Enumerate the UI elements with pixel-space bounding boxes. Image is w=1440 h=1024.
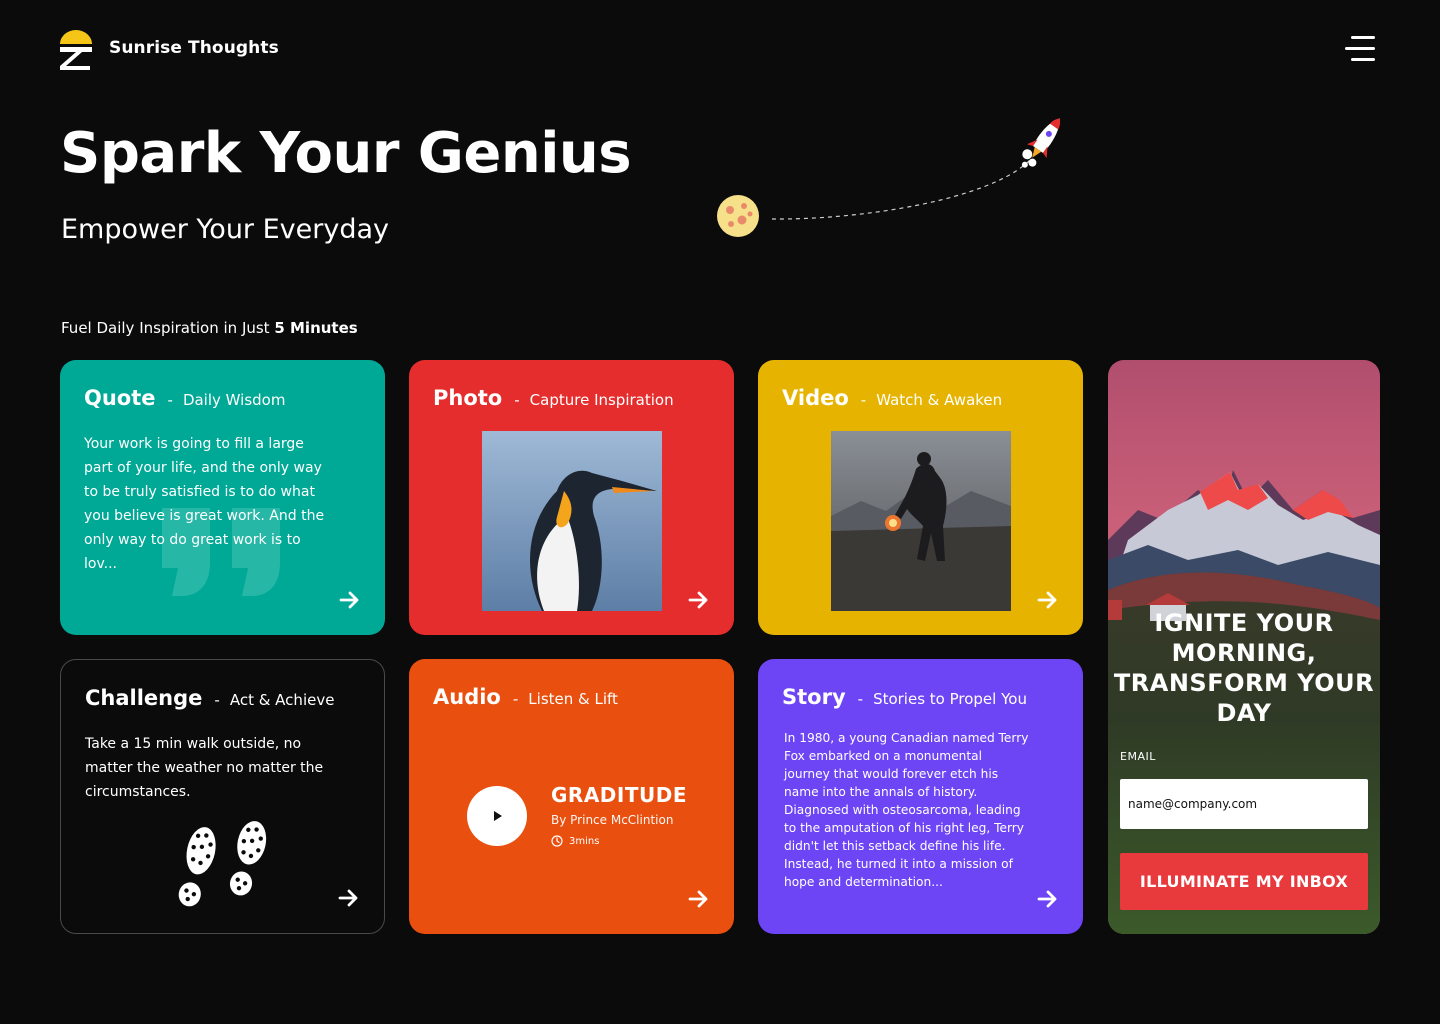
penguin-photo[interactable] [482,431,662,611]
quote-text: Your work is going to fill a large part … [84,436,325,572]
card-title: Video [782,386,849,410]
card-title: Challenge [85,686,203,710]
moon-icon [717,195,759,237]
card-header: Video - Watch & Awaken [782,386,1002,410]
arrow-right-icon[interactable] [1037,591,1059,609]
arrow-right-icon[interactable] [339,591,361,609]
rocket-icon [1021,118,1061,168]
footprints-icon [178,821,267,907]
card-title: Story [782,685,846,709]
quote-card[interactable]: Quote - Daily Wisdom Your work is going … [60,360,385,635]
challenge-text: Take a 15 min walk outside, no matter th… [85,736,324,800]
card-header: Story - Stories to Propel You [782,685,1027,709]
illuminate-inbox-button[interactable]: ILLUMINATE MY INBOX [1120,853,1368,910]
hero-subtitle: Empower Your Everyday [61,214,390,245]
email-field[interactable] [1120,779,1368,829]
card-separator: - [514,391,520,409]
card-title: Photo [433,386,503,410]
audio-duration: 3mins [551,835,599,847]
card-separator: - [214,691,220,709]
arrow-right-icon[interactable] [688,890,710,908]
card-separator: - [860,391,867,409]
audio-author: By Prince McClintion [551,813,674,827]
hero-title: Spark Your Genius [60,121,632,186]
hamburger-menu-icon[interactable] [1345,34,1375,64]
signup-title: IGNITE YOUR MORNING, TRANSFORM YOUR DAY [1113,609,1375,727]
card-subtitle: Listen & Lift [528,690,618,708]
card-subtitle: Watch & Awaken [876,391,1003,409]
card-header: Photo - Capture Inspiration [433,386,674,410]
intro-text: Fuel Daily Inspiration in Just 5 Minutes [61,318,358,338]
site-header: Sunrise Thoughts [60,30,1380,70]
card-title: Audio [433,685,501,709]
card-header: Challenge - Act & Achieve [85,686,334,710]
arrow-right-icon[interactable] [1037,890,1059,908]
card-title: Quote [84,386,156,410]
play-button[interactable] [467,786,527,846]
challenge-card[interactable]: Challenge - Act & Achieve Take a 15 min … [60,659,385,934]
video-thumbnail[interactable] [831,431,1011,611]
moon-rocket-illustration [717,118,1061,237]
brand-name[interactable]: Sunrise Thoughts [109,38,279,58]
card-separator: - [167,391,173,409]
audio-duration-text: 3mins [569,835,600,847]
card-header: Audio - Listen & Lift [433,685,618,709]
card-subtitle: Capture Inspiration [529,391,674,409]
intro-text-lead: Fuel Daily Inspiration in Just [61,319,275,337]
email-label: EMAIL [1120,750,1156,763]
card-subtitle: Daily Wisdom [182,391,286,409]
card-separator: - [857,690,864,708]
story-card[interactable]: Story - Stories to Propel You In 1980, a… [758,659,1083,934]
arrow-right-icon[interactable] [688,591,710,609]
newsletter-signup-panel: IGNITE YOUR MORNING, TRANSFORM YOUR DAY … [1108,360,1380,934]
audio-card[interactable]: Audio - Listen & Lift GRADITUDE By Princ… [409,659,734,934]
card-subtitle: Act & Achieve [229,691,335,709]
card-header: Quote - Daily Wisdom [84,386,285,410]
story-text: In 1980, a young Canadian named Terry Fo… [784,731,1029,889]
video-card[interactable]: Video - Watch & Awaken [758,360,1083,635]
card-separator: - [512,690,519,708]
arrow-right-icon[interactable] [338,889,360,907]
sunrise-logo-icon[interactable] [60,30,92,70]
audio-track-title: GRADITUDE [551,783,687,807]
clock-icon [551,835,563,847]
intro-emphasis: 5 Minutes [274,319,358,337]
photo-card[interactable]: Photo - Capture Inspiration [409,360,734,635]
card-subtitle: Stories to Propel You [873,690,1027,708]
